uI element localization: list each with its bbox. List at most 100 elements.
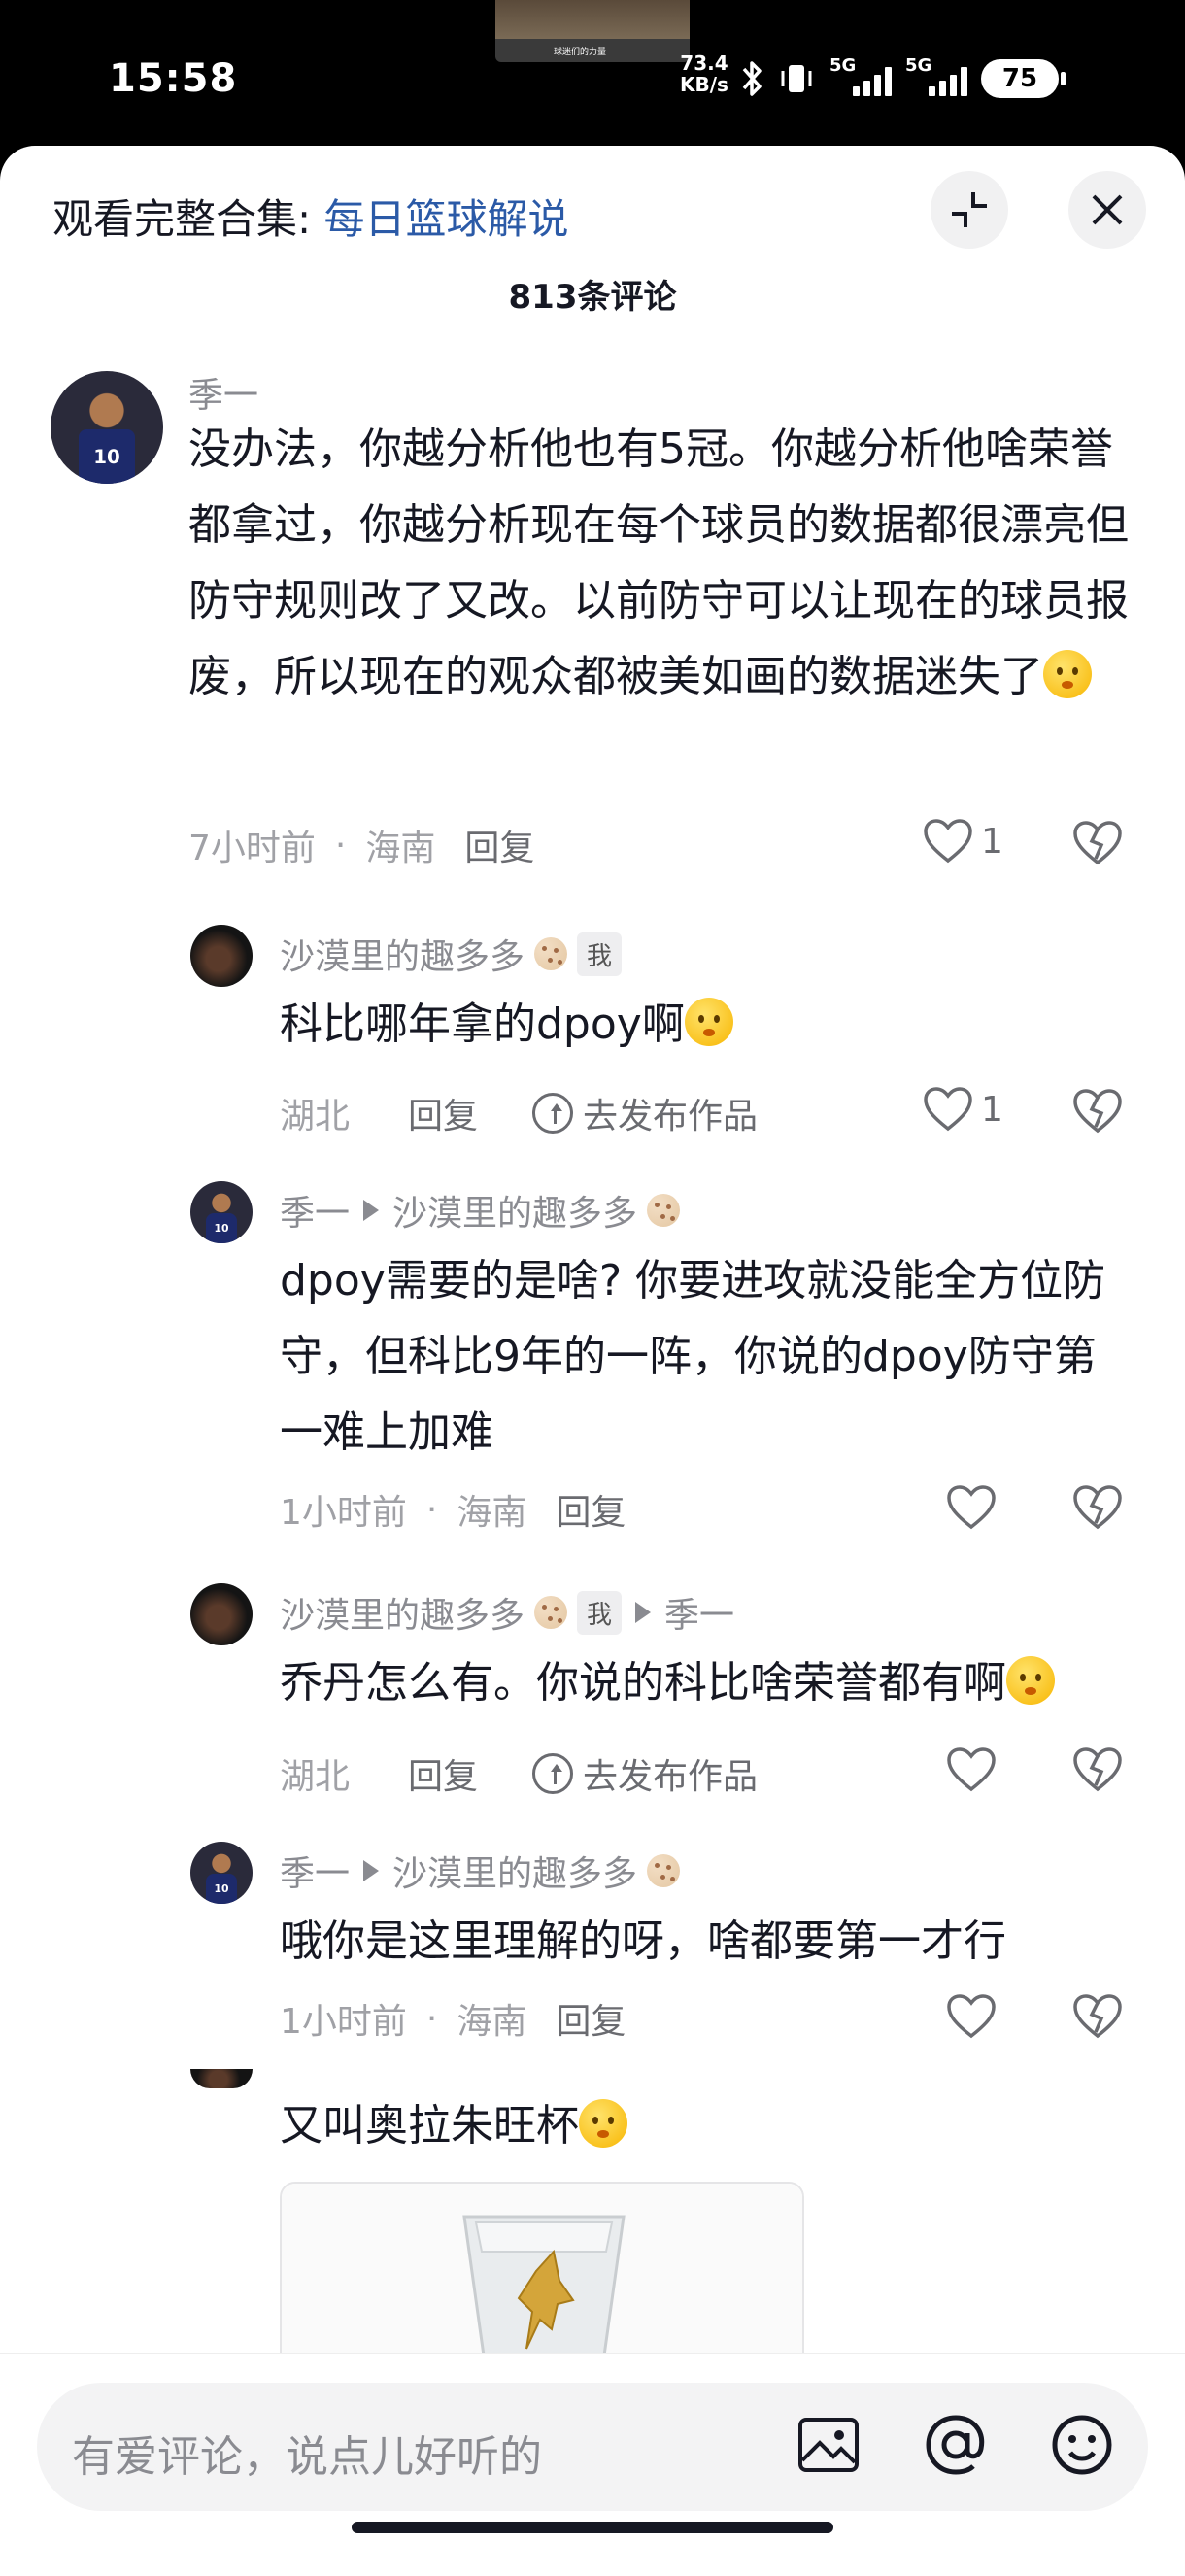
comment-location: 海南: [457, 1493, 527, 1533]
comment-text: 哦你是这里理解的呀，啥都要第一才行: [280, 1916, 1006, 1966]
comment-username[interactable]: 季一 沙漠里的趣多多: [280, 1846, 681, 1896]
comment-username[interactable]: 季一: [188, 367, 258, 418]
close-button[interactable]: [1068, 171, 1146, 249]
collection-link[interactable]: 每日篮球解说: [324, 195, 569, 243]
comment-count: 813条评论: [508, 278, 677, 317]
status-time: 15:58: [109, 56, 238, 101]
reply-to-user[interactable]: 季一: [664, 1587, 734, 1638]
avatar[interactable]: [190, 925, 253, 987]
cookie-emoji-icon: [647, 1194, 681, 1227]
comment-meta: 1小时前 · 海南 回复: [280, 1484, 626, 1535]
broken-heart-icon[interactable]: [1072, 820, 1123, 866]
me-tag: 我: [577, 1590, 623, 1635]
image-icon[interactable]: [796, 2414, 861, 2476]
emoji-icon[interactable]: [1049, 2412, 1115, 2478]
close-icon: [1092, 194, 1123, 225]
broken-heart-icon[interactable]: [1072, 1088, 1123, 1135]
collapse-button[interactable]: [931, 171, 1008, 249]
cookie-emoji-icon: [647, 1854, 681, 1887]
video-caption: 球迷们的力量: [554, 48, 607, 57]
thinking-face-emoji-icon: [1006, 1656, 1055, 1705]
heart-icon: [924, 1087, 972, 1132]
reply-to-user[interactable]: 沙漠里的趣多多: [392, 1846, 637, 1896]
comment-input-bar: 有爱评论，说点儿好听的: [0, 2353, 1185, 2576]
heart-icon[interactable]: [946, 1484, 997, 1531]
reply-arrow-icon: [635, 1602, 652, 1623]
avatar[interactable]: 10: [190, 1842, 253, 1904]
thinking-face-emoji-icon: [579, 2099, 627, 2148]
shocked-face-emoji-icon: [1043, 650, 1092, 698]
video-court-image: [495, 0, 690, 39]
reply-button[interactable]: 回复: [408, 1088, 478, 1138]
reply-to-user[interactable]: 沙漠里的趣多多: [392, 1185, 637, 1236]
network-speed-unit: KB/s: [680, 73, 728, 96]
comment-text: 又叫奥拉朱旺杯: [280, 2088, 1134, 2164]
signal-2-bars-icon: [929, 67, 967, 96]
reply-button[interactable]: 回复: [464, 820, 534, 870]
comment-location: 湖北: [280, 1757, 351, 1797]
floating-video-thumbnail[interactable]: 球迷们的力量: [495, 0, 690, 62]
home-indicator[interactable]: [352, 2522, 833, 2533]
comment-text: 没办法，你越分析他也有5冠。你越分析他啥荣誉都拿过，你越分析现在每个球员的数据都…: [188, 424, 1129, 701]
cookie-emoji-icon: [534, 1596, 568, 1629]
broken-heart-icon[interactable]: [1072, 1484, 1123, 1531]
like-button[interactable]: 1: [923, 1086, 1003, 1133]
broken-heart-icon[interactable]: [1072, 1746, 1123, 1793]
comment-username[interactable]: 沙漠里的趣多多我季一: [280, 1587, 734, 1638]
battery-level: 75: [981, 59, 1066, 98]
collection-header[interactable]: 观看完整合集: 每日篮球解说: [52, 186, 569, 246]
status-bar: 15:58 球迷们的力量 73.4 KB/s 5G 5G 75: [0, 0, 1185, 146]
reply-arrow-icon: [363, 1200, 380, 1221]
vibrate-icon: [781, 65, 812, 92]
avatar[interactable]: 10: [51, 371, 163, 484]
collapse-icon: [952, 192, 987, 227]
avatar[interactable]: [190, 1583, 253, 1645]
comment-meta: 1小时前 · 海南 回复: [280, 1993, 626, 2044]
heart-icon[interactable]: [946, 1993, 997, 2040]
comment-input-placeholder: 有爱评论，说点儿好听的: [72, 2432, 542, 2482]
reply-arrow-icon: [363, 1860, 380, 1881]
thinking-face-emoji-icon: [684, 998, 733, 1046]
heart-icon[interactable]: [946, 1746, 997, 1793]
signal-2: 5G: [905, 55, 967, 100]
reply-button[interactable]: 回复: [556, 1993, 626, 2044]
comment-meta: 湖北 回复 去发布作品: [280, 1088, 758, 1138]
signal-1: 5G: [830, 55, 892, 100]
comment-location: 海南: [457, 2002, 527, 2042]
like-count: 1: [981, 821, 1003, 862]
network-speed: 73.4 KB/s: [680, 52, 728, 95]
collection-prefix: 观看完整合集:: [52, 195, 324, 243]
comment-username[interactable]: 沙漠里的趣多多我: [280, 929, 623, 979]
mention-icon[interactable]: [923, 2412, 989, 2478]
reply-button[interactable]: 回复: [556, 1484, 626, 1535]
publish-work-button[interactable]: 去发布作品: [532, 1088, 758, 1138]
bluetooth-icon: [742, 61, 762, 96]
comment-location: 海南: [365, 829, 436, 868]
avatar[interactable]: 10: [190, 1181, 253, 1243]
comment-time: 1小时前: [280, 1493, 407, 1533]
signal-1-bars-icon: [853, 67, 892, 96]
publish-work-button[interactable]: 去发布作品: [532, 1748, 758, 1799]
heart-icon: [924, 819, 972, 864]
comment-meta: 7小时前 · 海南 回复: [188, 820, 534, 870]
upload-icon: [532, 1093, 574, 1134]
me-tag: 我: [577, 932, 623, 976]
network-speed-value: 73.4: [680, 51, 728, 75]
comment-time: 1小时前: [280, 2002, 407, 2042]
like-count: 1: [981, 1089, 1003, 1130]
comment-username[interactable]: 季一 沙漠里的趣多多: [280, 1185, 681, 1236]
broken-heart-icon[interactable]: [1072, 1993, 1123, 2040]
reply-button[interactable]: 回复: [408, 1748, 478, 1799]
cookie-emoji-icon: [534, 937, 568, 970]
comment-meta: 湖北 回复 去发布作品: [280, 1748, 758, 1799]
avatar[interactable]: [190, 2069, 253, 2088]
status-icons: 5G 5G 75: [740, 54, 1066, 103]
like-button[interactable]: 1: [923, 818, 1003, 864]
upload-icon: [532, 1753, 574, 1794]
comment-text: 乔丹怎么有。你说的科比啥荣誉都有啊: [280, 1645, 1154, 1721]
comment-text: dpoy需要的是啥? 你要进攻就没能全方位防守，但科比9年的一阵，你说的dpoy…: [280, 1256, 1106, 1457]
comment-location: 湖北: [280, 1097, 351, 1136]
comment-sheet: 观看完整合集: 每日篮球解说 813条评论 10 季一 没办法，你越分析他也有5…: [0, 146, 1185, 2576]
comment-time: 7小时前: [188, 829, 316, 868]
comment-text: 科比哪年拿的dpoy啊: [280, 987, 1134, 1063]
